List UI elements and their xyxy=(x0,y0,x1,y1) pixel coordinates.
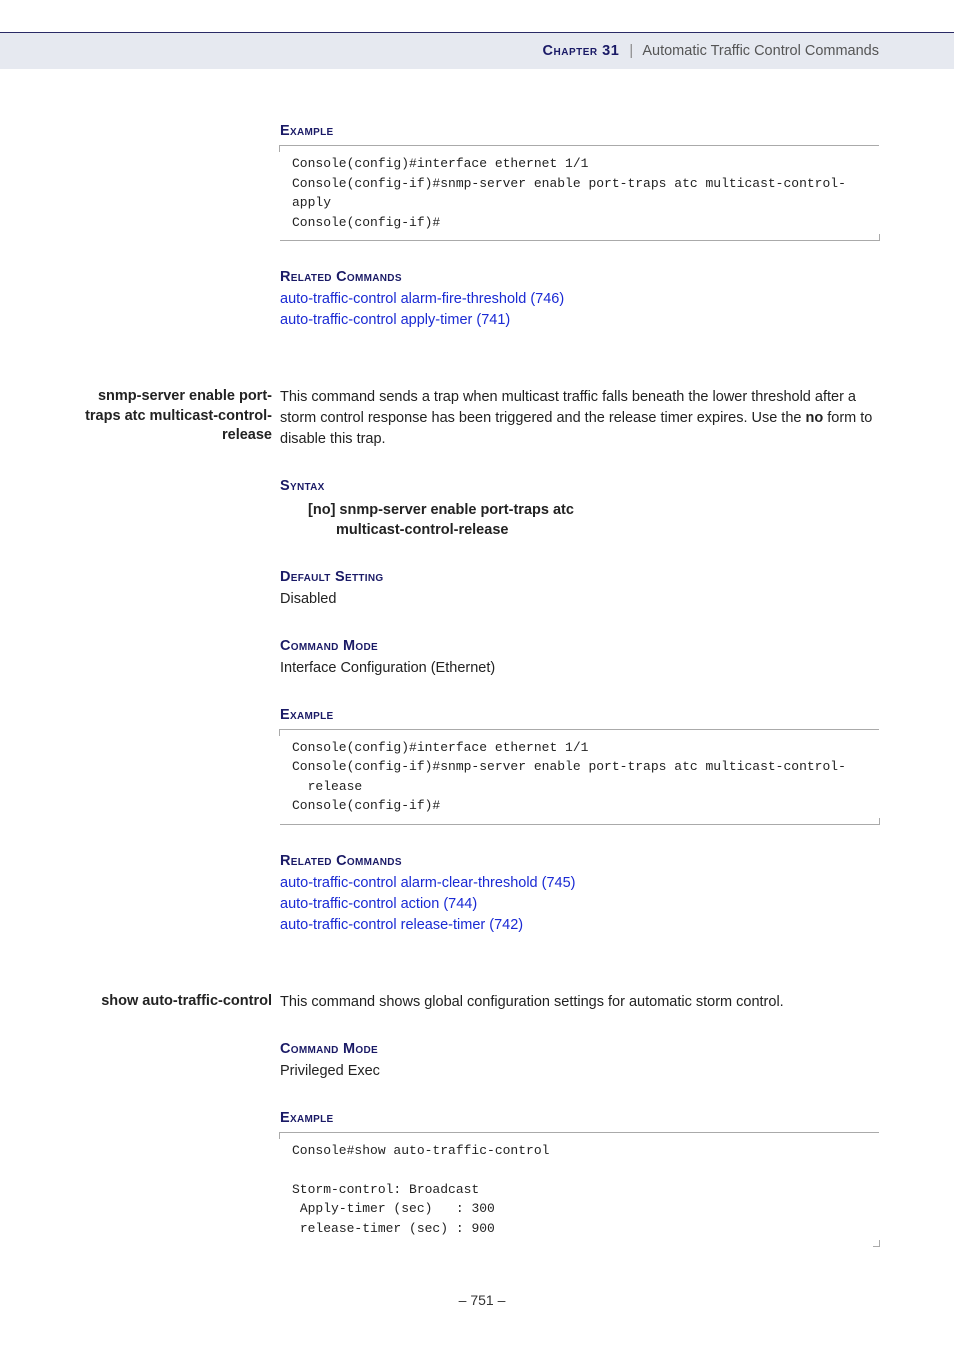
header-divider: | xyxy=(629,43,633,59)
related-link[interactable]: auto-traffic-control alarm-clear-thresho… xyxy=(280,873,879,894)
command-desc-3: This command shows global configuration … xyxy=(280,992,879,1013)
default-value: Disabled xyxy=(280,589,879,610)
syntax-block: [no] snmp-server enable port-traps atc m… xyxy=(308,500,879,541)
mode-value-3: Privileged Exec xyxy=(280,1061,879,1082)
related-link[interactable]: auto-traffic-control release-timer (742) xyxy=(280,915,879,936)
example-code-2: Console(config)#interface ethernet 1/1 C… xyxy=(280,729,879,825)
command-title-2: snmp-server enable port-traps atc multic… xyxy=(85,387,280,446)
default-heading: Default Setting xyxy=(280,569,879,585)
example-heading-3: Example xyxy=(280,1110,879,1126)
mode-value-2: Interface Configuration (Ethernet) xyxy=(280,658,879,679)
mode-heading-2: Command Mode xyxy=(280,638,879,654)
section-title: Automatic Traffic Control Commands xyxy=(642,43,879,59)
related-link[interactable]: auto-traffic-control alarm-fire-threshol… xyxy=(280,289,879,310)
example-code-3: Console#show auto-traffic-control Storm-… xyxy=(280,1132,879,1247)
command-desc-2: This command sends a trap when multicast… xyxy=(280,389,872,447)
related-heading-1: Related Commands xyxy=(280,269,879,285)
chapter-label: Chapter 31 xyxy=(543,43,620,59)
syntax-heading: Syntax xyxy=(280,478,879,494)
example-heading-1: Example xyxy=(280,123,879,139)
example-code-1: Console(config)#interface ethernet 1/1 C… xyxy=(280,145,879,241)
related-link[interactable]: auto-traffic-control action (744) xyxy=(280,894,879,915)
mode-heading-3: Command Mode xyxy=(280,1041,879,1057)
command-title-3: show auto-traffic-control xyxy=(85,992,280,1012)
page-number: – 751 – xyxy=(85,1292,879,1308)
related-link[interactable]: auto-traffic-control apply-timer (741) xyxy=(280,310,879,331)
example-heading-2: Example xyxy=(280,707,879,723)
page-header: Chapter 31 | Automatic Traffic Control C… xyxy=(0,32,954,69)
related-heading-2: Related Commands xyxy=(280,853,879,869)
